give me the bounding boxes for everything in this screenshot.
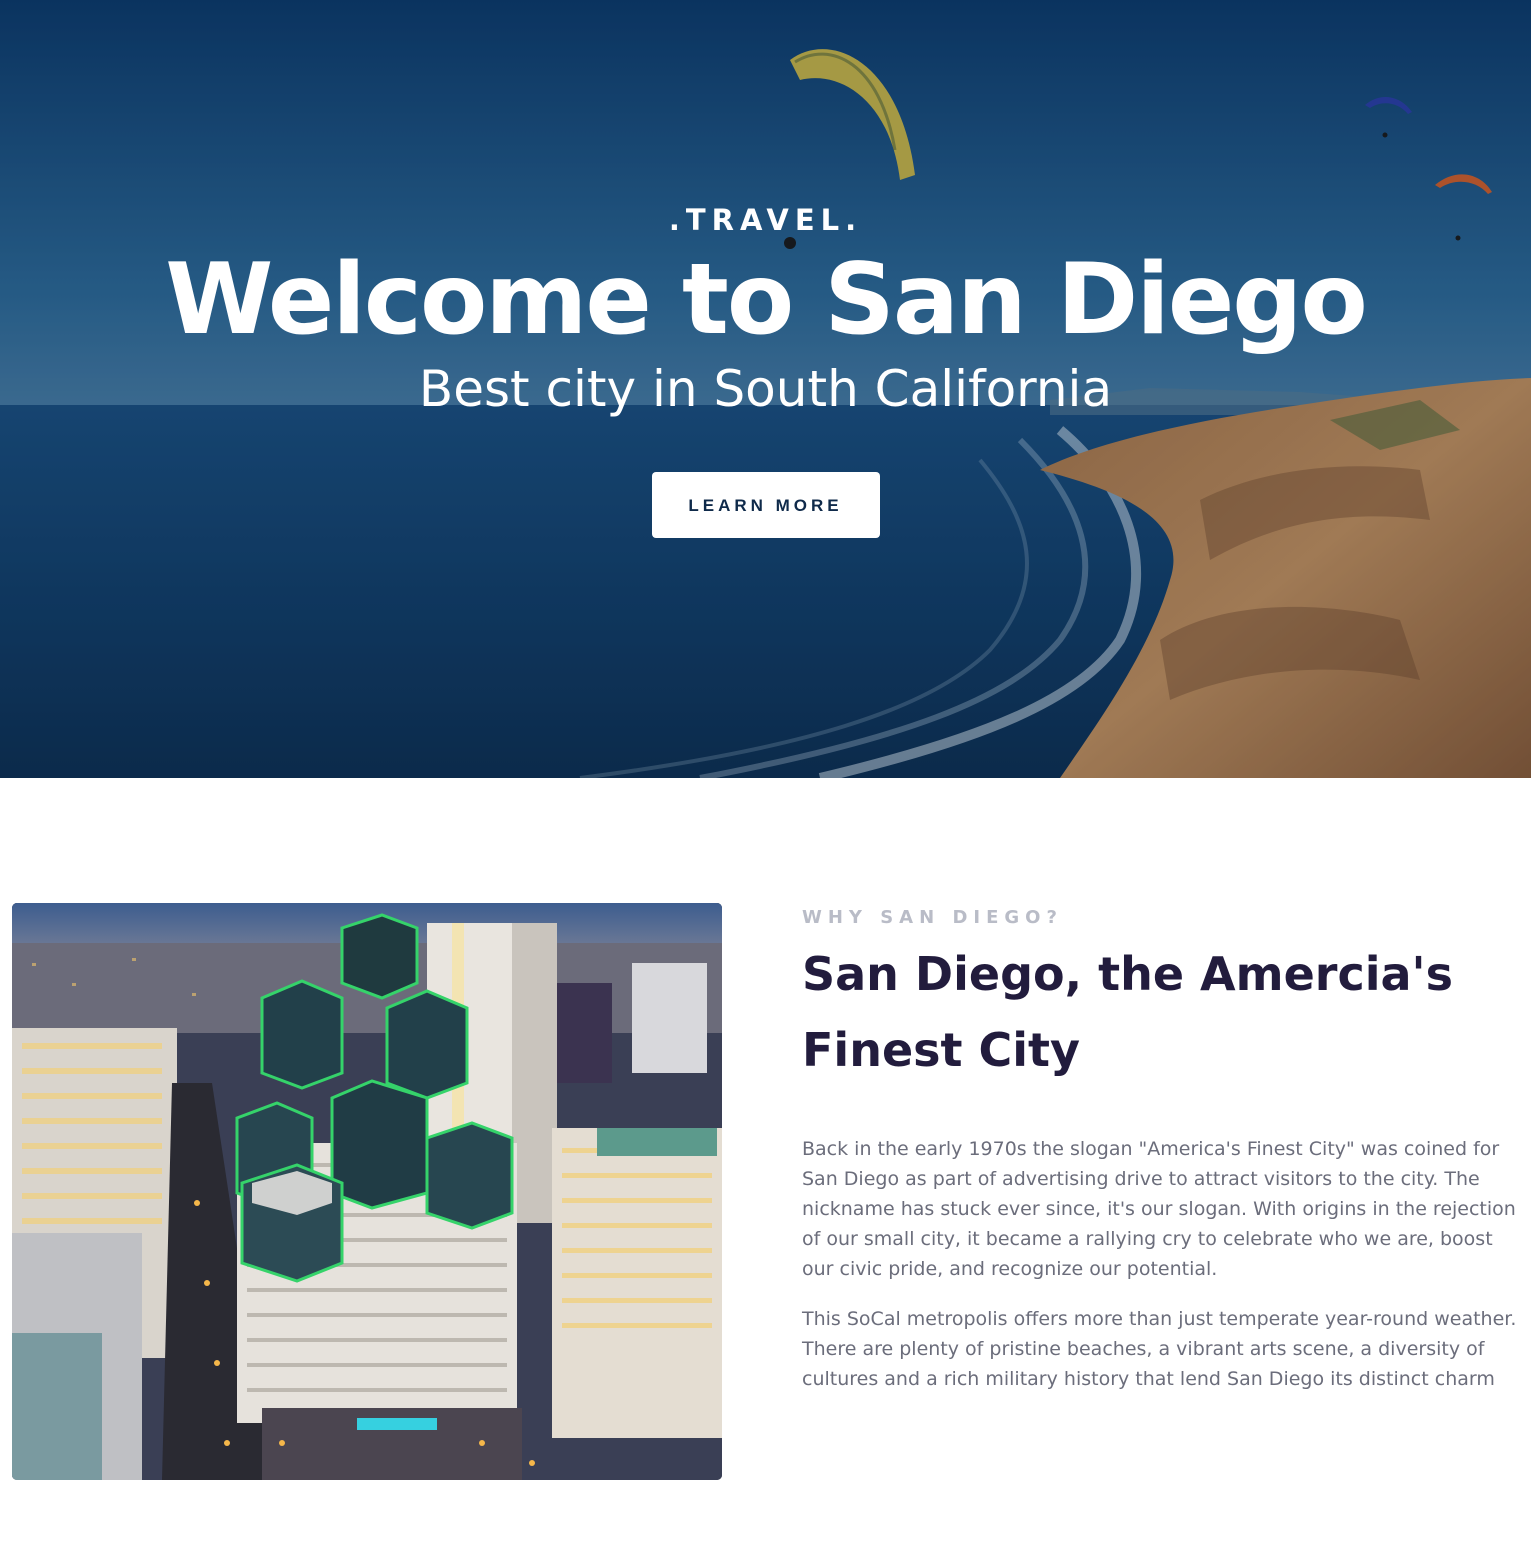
- about-paragraph-1: Back in the early 1970s the slogan "Amer…: [802, 1138, 1516, 1280]
- hero-title: Welcome to San Diego: [165, 243, 1368, 357]
- learn-more-button[interactable]: LEARN MORE: [651, 472, 880, 538]
- about-section: WHY SAN DIEGO? San Diego, the Amercia's …: [0, 778, 1531, 1560]
- section-heading-line-1: San Diego, the Amercia's: [802, 947, 1454, 1001]
- hero-section: .TRAVEL. Welcome to San Diego Best city …: [0, 0, 1531, 778]
- hero-eyebrow: .TRAVEL.: [668, 203, 863, 237]
- section-heading: San Diego, the Amercia's Finest City: [802, 936, 1517, 1088]
- section-kicker: WHY SAN DIEGO?: [802, 907, 1063, 928]
- hero-content: .TRAVEL. Welcome to San Diego Best city …: [0, 200, 1531, 538]
- section-heading-line-2: Finest City: [802, 1023, 1081, 1077]
- about-text-block: WHY SAN DIEGO? San Diego, the Amercia's …: [802, 904, 1517, 1413]
- hero-subtitle: Best city in South California: [418, 360, 1113, 418]
- city-skyline-image: [12, 903, 722, 1480]
- about-paragraph-2: This SoCal metropolis offers more than j…: [802, 1308, 1517, 1390]
